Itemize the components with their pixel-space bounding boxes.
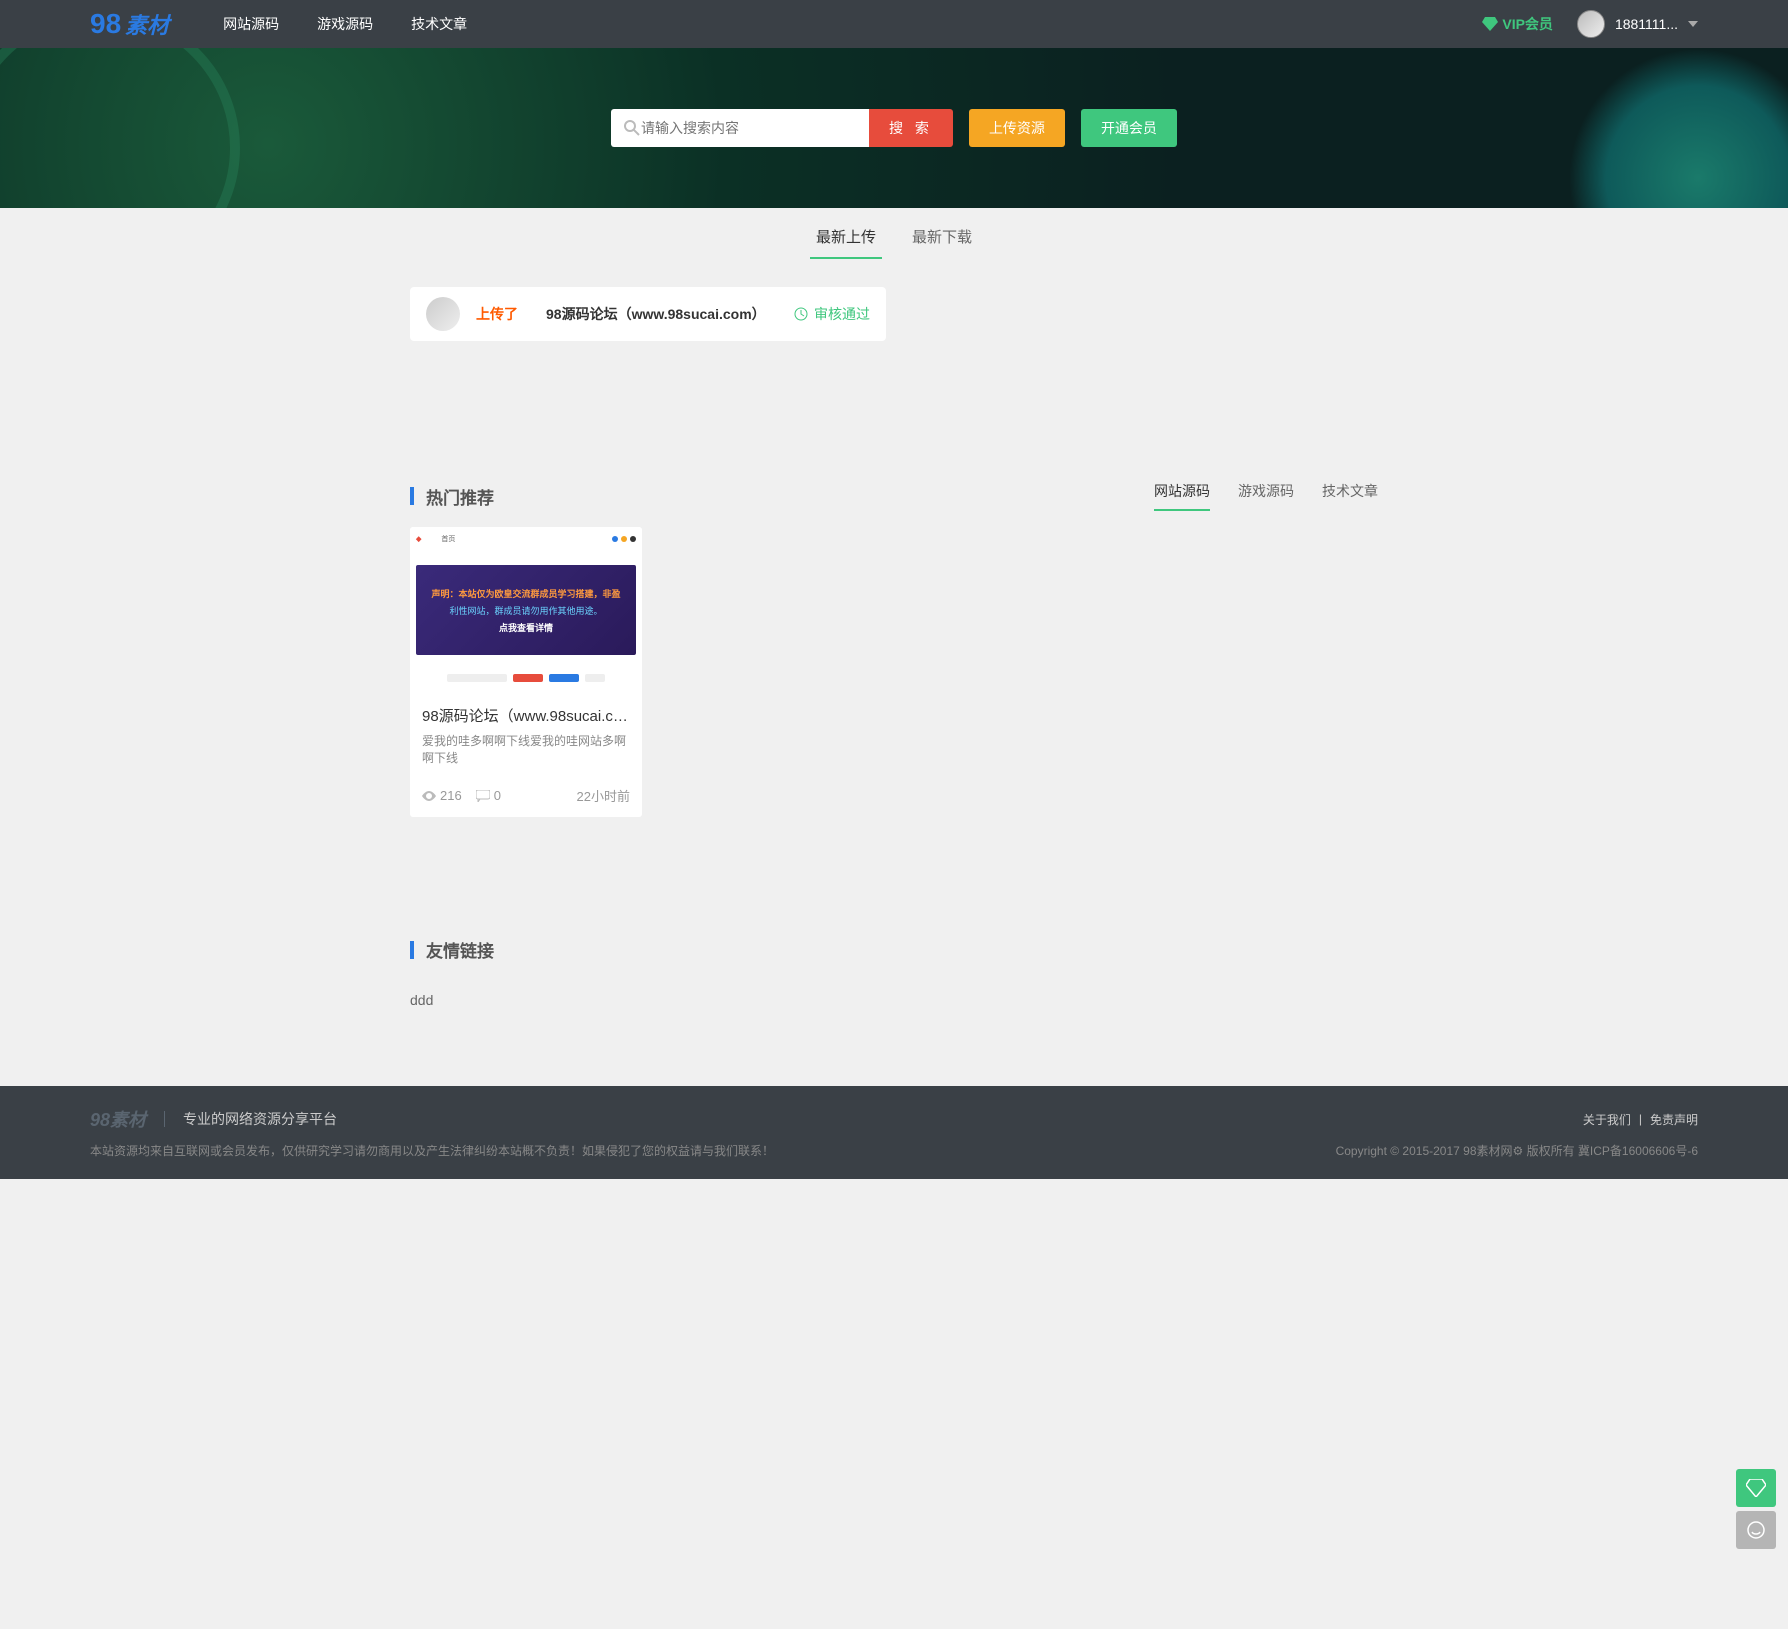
footer-statement-link[interactable]: 免责声明: [1650, 1111, 1698, 1128]
card-time: 22小时前: [577, 786, 630, 805]
friend-links-section: 友情链接 ddd: [410, 937, 1378, 1022]
float-vip-button[interactable]: [1736, 1469, 1776, 1507]
search-group: 搜 索: [611, 109, 953, 147]
search-box: [611, 109, 869, 147]
thumb-line1: 声明：本站仅为欧皇交流群成员学习搭建，非盈: [431, 587, 620, 600]
feed-tabs: 最新上传 最新下载: [410, 208, 1378, 271]
footer-disclaimer: 本站资源均来自互联网或会员发布，仅供研究学习请勿商用以及产生法律纠纷本站概不负责…: [90, 1142, 774, 1159]
user-menu[interactable]: 1881111...: [1577, 10, 1698, 38]
hot-tab-website[interactable]: 网站源码: [1154, 481, 1210, 511]
comments-count: 0: [494, 788, 501, 803]
feed-status: 审核通过: [794, 304, 870, 324]
tab-latest-download[interactable]: 最新下载: [906, 220, 978, 259]
search-button[interactable]: 搜 索: [869, 109, 953, 147]
card-comments: 0: [476, 788, 501, 803]
logo-number: 98: [90, 8, 121, 40]
card-title: 98源码论坛（www.98sucai.co...: [422, 705, 630, 726]
diamond-icon: [1746, 1479, 1766, 1497]
card-footer: 216 0 22小时前: [410, 774, 642, 817]
open-vip-button[interactable]: 开通会员: [1081, 109, 1177, 147]
hot-section-title: 热门推荐: [426, 484, 494, 509]
site-logo[interactable]: 98 素材: [90, 8, 169, 40]
vip-label: VIP会员: [1502, 14, 1553, 34]
footer-divider: [164, 1111, 165, 1127]
thumb-line2: 利性网站，群成员请勿用作其他用途。: [449, 604, 602, 617]
float-buttons: [1736, 1469, 1776, 1549]
footer-about-link[interactable]: 关于我们: [1583, 1111, 1631, 1128]
upload-resource-button[interactable]: 上传资源: [969, 109, 1065, 147]
nav-tech-articles[interactable]: 技术文章: [407, 14, 471, 34]
logo-text: 素材: [125, 8, 169, 40]
diamond-icon: [1482, 17, 1498, 31]
header-right: VIP会员 1881111...: [1482, 10, 1698, 38]
hero-banner: 搜 索 上传资源 开通会员: [0, 48, 1788, 208]
user-avatar: [1577, 10, 1605, 38]
nav-website-source[interactable]: 网站源码: [219, 14, 283, 34]
card-views: 216: [422, 788, 462, 803]
search-input[interactable]: [641, 120, 857, 136]
card-thumbnail: ◆首页 声明：本站仅为欧皇交流群成员学习搭建，非盈 利性网站，群成员请勿用作其他…: [410, 527, 642, 695]
hot-tab-game[interactable]: 游戏源码: [1238, 481, 1294, 511]
friend-link-item[interactable]: ddd: [410, 992, 433, 1008]
tab-latest-upload[interactable]: 最新上传: [810, 220, 882, 259]
thumb-line3: 点我查看详情: [499, 621, 553, 634]
hot-section-header: 热门推荐 网站源码 游戏源码 技术文章: [410, 481, 1378, 511]
footer-logo: 98素材: [90, 1106, 146, 1132]
footer-tagline: 专业的网络资源分享平台: [183, 1109, 337, 1129]
resource-card[interactable]: ◆首页 声明：本站仅为欧皇交流群成员学习搭建，非盈 利性网站，群成员请勿用作其他…: [410, 527, 642, 817]
card-description: 爱我的哇多啊啊下线爱我的哇网站多啊啊下线: [422, 732, 630, 766]
clock-icon: [794, 307, 808, 321]
comment-icon: [476, 790, 490, 802]
feed-avatar: [426, 297, 460, 331]
section-accent-bar: [410, 487, 414, 505]
feed-status-text: 审核通过: [814, 304, 870, 324]
site-footer: 98素材 专业的网络资源分享平台 关于我们 | 免责声明 本站资源均来自互联网或…: [0, 1086, 1788, 1179]
views-count: 216: [440, 788, 462, 803]
float-feedback-button[interactable]: [1736, 1511, 1776, 1549]
section-accent-bar: [410, 941, 414, 959]
eye-icon: [422, 791, 436, 801]
footer-link-divider: |: [1639, 1112, 1642, 1126]
nav-game-source[interactable]: 游戏源码: [313, 14, 377, 34]
hot-section-tabs: 网站源码 游戏源码 技术文章: [1154, 481, 1378, 511]
footer-copyright: Copyright © 2015-2017 98素材网⚙ 版权所有 冀ICP备1…: [1336, 1142, 1698, 1159]
footer-links: 关于我们 | 免责声明: [1583, 1111, 1698, 1128]
vip-member-link[interactable]: VIP会员: [1482, 14, 1553, 34]
main-nav: 网站源码 游戏源码 技术文章: [219, 14, 471, 34]
smile-icon: [1746, 1520, 1766, 1540]
search-icon: [623, 119, 641, 137]
username: 1881111...: [1615, 16, 1678, 32]
card-body: 98源码论坛（www.98sucai.co... 爱我的哇多啊啊下线爱我的哇网站…: [410, 695, 642, 774]
hot-tab-tech[interactable]: 技术文章: [1322, 481, 1378, 511]
feed-action-label: 上传了: [476, 304, 518, 324]
chevron-down-icon: [1688, 21, 1698, 27]
feed-item-title: 98源码论坛（www.98sucai.com）: [546, 304, 766, 324]
friend-links-title: 友情链接: [426, 937, 494, 962]
top-header: 98 素材 网站源码 游戏源码 技术文章 VIP会员 1881111...: [0, 0, 1788, 48]
feed-item[interactable]: 上传了 98源码论坛（www.98sucai.com） 审核通过: [410, 287, 886, 341]
